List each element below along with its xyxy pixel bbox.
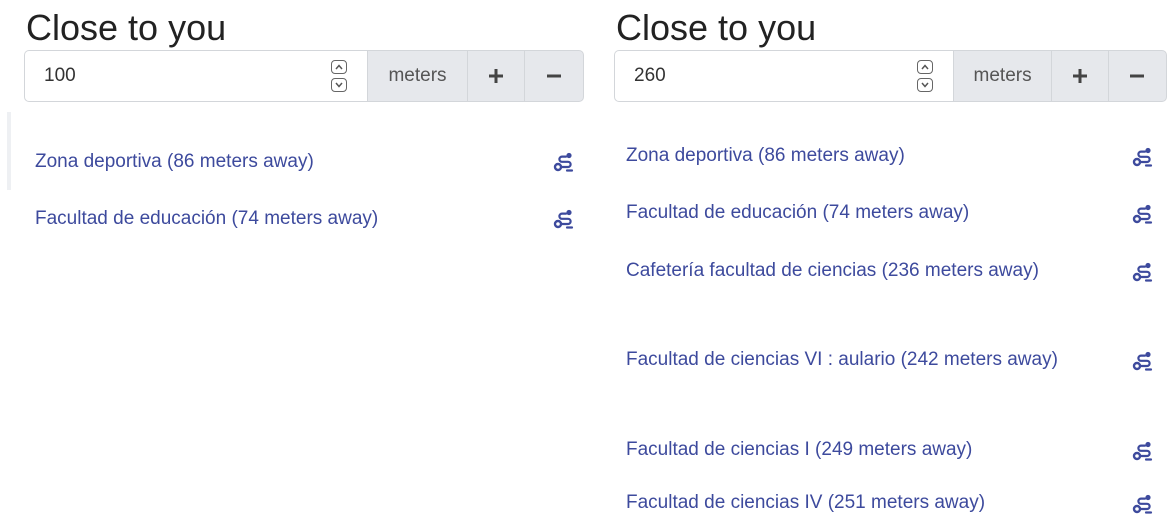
nearby-panel-right: Close to you 260 meters Zona deportiva (…	[590, 0, 1167, 519]
list-divider	[7, 112, 11, 190]
route-icon[interactable]	[1132, 261, 1154, 283]
route-icon[interactable]	[1132, 350, 1154, 372]
plus-icon	[1072, 68, 1088, 84]
route-icon[interactable]	[1132, 203, 1154, 225]
route-icon[interactable]	[553, 208, 575, 230]
place-link[interactable]: Facultad de ciencias IV (251 meters away…	[626, 488, 1066, 518]
distance-input[interactable]: 100	[24, 50, 367, 102]
distance-input[interactable]: 260	[614, 50, 953, 102]
place-link[interactable]: Zona deportiva (86 meters away)	[626, 141, 1066, 171]
decrease-distance-button[interactable]	[524, 50, 584, 102]
spinner-down-icon[interactable]	[331, 78, 347, 92]
minus-icon	[1129, 68, 1145, 84]
plus-icon	[488, 68, 504, 84]
route-icon[interactable]	[1132, 440, 1154, 462]
place-link[interactable]: Facultad de educación (74 meters away)	[35, 204, 515, 234]
decrease-distance-button[interactable]	[1107, 50, 1167, 102]
minus-icon	[546, 68, 562, 84]
increase-distance-button[interactable]	[1051, 50, 1108, 102]
units-label: meters	[367, 50, 467, 102]
route-icon[interactable]	[1132, 493, 1154, 515]
place-link[interactable]: Facultad de ciencias VI : aulario (242 m…	[626, 345, 1066, 375]
distance-input-group: 100 meters	[24, 50, 584, 102]
place-link[interactable]: Cafetería facultad de ciencias (236 mete…	[626, 256, 1066, 286]
distance-value[interactable]: 100	[44, 51, 76, 101]
place-link[interactable]: Facultad de educación (74 meters away)	[626, 198, 1066, 228]
units-label: meters	[952, 50, 1052, 102]
place-link[interactable]: Facultad de ciencias I (249 meters away)	[626, 435, 1066, 465]
place-link[interactable]: Zona deportiva (86 meters away)	[35, 147, 515, 177]
nearby-panel-left: Close to you 100 meters Zona deportiva (…	[0, 0, 585, 519]
increase-distance-button[interactable]	[467, 50, 524, 102]
panel-title: Close to you	[616, 7, 817, 48]
distance-spinner[interactable]	[331, 60, 349, 92]
spinner-up-icon[interactable]	[331, 60, 347, 74]
panel-title: Close to you	[26, 7, 227, 48]
distance-value[interactable]: 260	[634, 51, 666, 101]
distance-input-group: 260 meters	[614, 50, 1167, 102]
route-icon[interactable]	[1132, 146, 1154, 168]
distance-spinner[interactable]	[916, 60, 935, 92]
route-icon[interactable]	[553, 151, 575, 173]
spinner-down-icon[interactable]	[916, 78, 933, 92]
spinner-up-icon[interactable]	[916, 60, 933, 74]
